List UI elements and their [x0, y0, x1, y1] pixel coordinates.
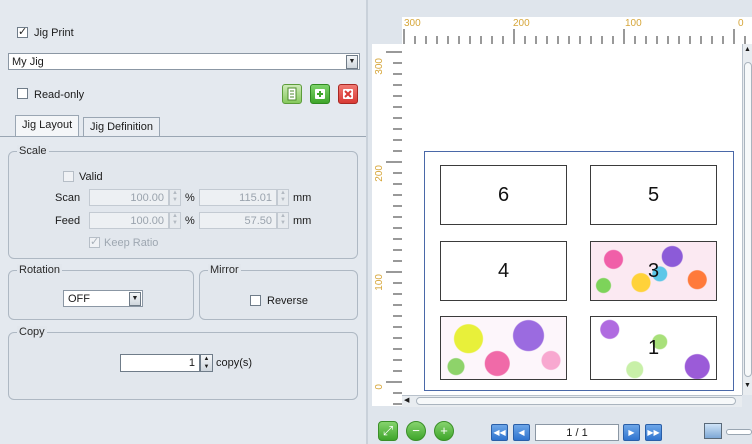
page-indicator[interactable]: 1 / 1: [535, 424, 619, 441]
jig-select-value: My Jig: [12, 56, 44, 68]
new-jig-button[interactable]: [282, 84, 302, 104]
read-only-label: Read-only: [34, 89, 85, 101]
ruler-v-label-0: 0: [374, 384, 385, 390]
tab-jig-layout[interactable]: Jig Layout: [15, 115, 80, 136]
vertical-scroll-thumb[interactable]: [744, 62, 752, 377]
reverse-label: Reverse: [267, 295, 308, 307]
feed-mm-input[interactable]: 57.50: [199, 212, 277, 229]
mirror-title: Mirror: [208, 264, 241, 276]
ruler-v-label-300: 300: [374, 58, 385, 75]
rotation-group: Rotation OFF ▼: [8, 264, 194, 320]
last-page-button[interactable]: ▶▶: [645, 424, 662, 441]
preview-toolbar: ⤢ − + ◀◀ ◀ 1 / 1 ▶ ▶▶: [368, 418, 752, 444]
prev-page-button[interactable]: ◀: [513, 424, 530, 441]
delete-button[interactable]: [338, 84, 358, 104]
prev-page-icon: ◀: [518, 428, 525, 437]
scroll-down-icon[interactable]: ▼: [744, 382, 751, 389]
feed-percent-unit: %: [185, 215, 195, 227]
rotation-select[interactable]: OFF ▼: [63, 290, 143, 307]
valid-checkbox[interactable]: [63, 171, 74, 182]
copy-count-input[interactable]: 1: [120, 354, 200, 372]
document-icon: [287, 87, 297, 101]
ruler-h-label-100: 100: [625, 18, 642, 29]
jig-slot-with-image[interactable]: 3: [590, 241, 717, 301]
jig-outline: 6 5 4 3 1: [424, 151, 734, 391]
close-icon: [343, 89, 353, 99]
horizontal-scroll-thumb[interactable]: [416, 397, 736, 405]
rotation-value: OFF: [68, 293, 90, 305]
tab-divider: [0, 136, 366, 137]
zoom-in-button[interactable]: +: [434, 421, 454, 441]
display-mode-icon[interactable]: [704, 423, 722, 439]
feed-mm-unit: mm: [293, 215, 312, 227]
copy-count-stepper[interactable]: ▲ ▼: [200, 354, 213, 372]
chevron-down-icon[interactable]: ▼: [346, 55, 358, 69]
zoom-out-button[interactable]: −: [406, 421, 426, 441]
chevron-down-icon[interactable]: ▼: [129, 292, 141, 306]
ruler-h-label-0: 0: [738, 18, 744, 29]
fit-view-button[interactable]: ⤢: [378, 421, 398, 441]
scan-mm-stepper[interactable]: ▲ ▼: [277, 189, 289, 206]
scan-percent-input[interactable]: 100.00: [89, 189, 169, 206]
zoom-slider[interactable]: [726, 429, 752, 435]
scroll-up-icon[interactable]: ▲: [744, 46, 751, 53]
last-page-icon: ▶▶: [647, 428, 660, 437]
first-page-button[interactable]: ◀◀: [491, 424, 508, 441]
jig-print-check-icon[interactable]: [17, 27, 28, 38]
preview-canvas[interactable]: 6 5 4 3 1: [402, 44, 742, 395]
feed-percent-input[interactable]: 100.00: [89, 212, 169, 229]
jig-slot-with-image[interactable]: 1: [590, 316, 717, 380]
ruler-h-label-300: 300: [404, 18, 421, 29]
ruler-h-label-200: 200: [513, 18, 530, 29]
jig-slot[interactable]: 6: [440, 165, 567, 225]
plus-icon: [315, 89, 325, 99]
scan-percent-stepper[interactable]: ▲ ▼: [169, 189, 181, 206]
scan-mm-unit: mm: [293, 192, 312, 204]
fit-icon: ⤢: [382, 423, 394, 438]
copy-group: Copy 1 ▲ ▼ copy(s): [8, 326, 358, 400]
feed-mm-stepper[interactable]: ▲ ▼: [277, 212, 289, 229]
scale-title: Scale: [17, 145, 49, 157]
copy-title: Copy: [17, 326, 47, 338]
copy-unit: copy(s): [216, 357, 253, 369]
vertical-ruler-ticks: [386, 51, 402, 405]
read-only-check-icon[interactable]: [17, 88, 28, 99]
first-page-icon: ◀◀: [493, 428, 506, 437]
jig-slot-with-image[interactable]: [440, 316, 567, 380]
horizontal-ruler: 300 200 100 0: [402, 17, 752, 45]
add-button[interactable]: [310, 84, 330, 104]
valid-label: Valid: [79, 171, 103, 183]
preview-panel: 300 200 100 0 300 200 100 0 6 5 4 3 1 ▲ …: [368, 0, 752, 444]
keep-ratio-label: Keep Ratio: [104, 237, 159, 249]
read-only-checkbox[interactable]: [17, 88, 28, 102]
next-page-icon: ▶: [628, 428, 635, 437]
next-page-button[interactable]: ▶: [623, 424, 640, 441]
horizontal-scrollbar[interactable]: ◀: [402, 395, 742, 407]
tab-jig-definition[interactable]: Jig Definition: [83, 117, 160, 136]
mirror-group: Mirror Reverse: [199, 264, 358, 320]
settings-panel: Jig Print My Jig ▼ Read-only Jig Layo: [0, 0, 367, 444]
jig-slot[interactable]: 4: [440, 241, 567, 301]
ruler-v-label-100: 100: [374, 274, 385, 291]
zoom-out-icon: −: [412, 423, 420, 438]
vertical-scrollbar[interactable]: ▲ ▼: [742, 44, 752, 395]
jig-slot[interactable]: 5: [590, 165, 717, 225]
horizontal-ruler-ticks: [403, 29, 746, 44]
keep-ratio-checkbox[interactable]: [89, 237, 100, 248]
scale-group: Scale Valid Scan 100.00 ▲ ▼ % 115.01 ▲ ▼ m…: [8, 145, 358, 259]
scan-percent-unit: %: [185, 192, 195, 204]
feed-percent-stepper[interactable]: ▲ ▼: [169, 212, 181, 229]
scroll-left-icon[interactable]: ◀: [404, 396, 409, 404]
jig-select[interactable]: My Jig ▼: [8, 53, 360, 70]
jig-print-label: Jig Print: [34, 27, 74, 39]
ruler-v-label-200: 200: [374, 165, 385, 182]
feed-label: Feed: [55, 215, 81, 227]
rotation-title: Rotation: [17, 264, 62, 276]
jig-print-checkbox[interactable]: [17, 26, 28, 38]
scan-mm-input[interactable]: 115.01: [199, 189, 277, 206]
vertical-ruler: 300 200 100 0: [372, 44, 403, 406]
scan-label: Scan: [55, 192, 81, 204]
reverse-checkbox[interactable]: [250, 295, 261, 306]
zoom-in-icon: +: [440, 423, 448, 438]
